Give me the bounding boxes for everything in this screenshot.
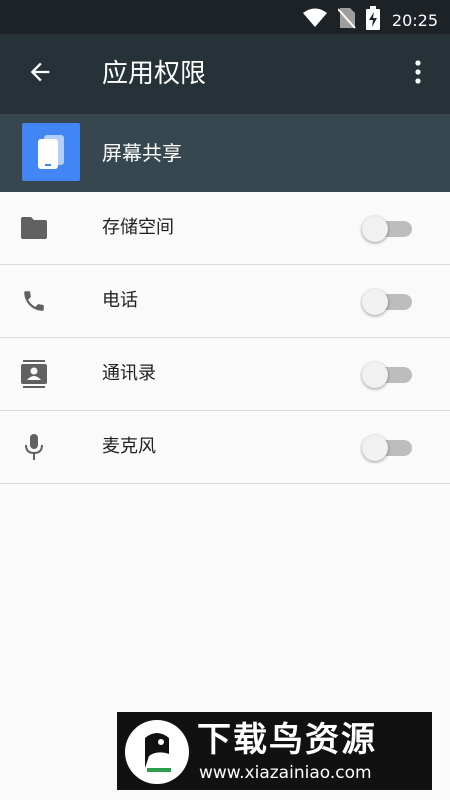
microphone-icon: [20, 433, 48, 461]
watermark-url: www.xiazainiao.com: [199, 763, 372, 783]
overflow-menu-button[interactable]: [400, 56, 436, 92]
permission-toggle[interactable]: [362, 362, 414, 388]
permission-toggle[interactable]: [362, 216, 414, 242]
bird-logo-icon: [125, 720, 189, 784]
status-time: 20:25: [391, 10, 438, 30]
permission-row-phone[interactable]: 电话: [0, 265, 450, 338]
permission-row-microphone[interactable]: 麦克风: [0, 411, 450, 484]
toggle-thumb: [362, 362, 388, 388]
permission-label: 存储空间: [102, 217, 174, 238]
screen-share-app-icon: [22, 123, 80, 181]
permission-label: 通讯录: [102, 363, 156, 384]
watermark-title: 下载鸟资源: [197, 720, 377, 760]
folder-icon: [20, 214, 48, 242]
toggle-thumb: [362, 289, 388, 315]
permission-row-contacts[interactable]: 通讯录: [0, 338, 450, 411]
permission-toggle[interactable]: [362, 435, 414, 461]
permission-toggle[interactable]: [362, 289, 414, 315]
app-name: 屏幕共享: [102, 141, 182, 165]
status-icons: 20:25: [302, 6, 438, 34]
watermark-banner: 下载鸟资源 www.xiazainiao.com: [117, 712, 432, 790]
toggle-thumb: [362, 216, 388, 242]
contacts-icon: [20, 360, 48, 388]
phone-icon: [20, 287, 48, 315]
permission-label: 麦克风: [102, 436, 156, 457]
toggle-thumb: [362, 435, 388, 461]
status-bar: 20:25: [0, 0, 450, 34]
app-header: 屏幕共享: [0, 114, 450, 192]
battery-charging-icon: [365, 6, 380, 34]
no-sim-icon: [337, 7, 356, 33]
page-title: 应用权限: [102, 59, 207, 89]
permission-list: 存储空间 电话 通讯录 麦克风: [0, 192, 450, 484]
back-button[interactable]: [22, 56, 58, 92]
arrow-back-icon: [26, 58, 54, 90]
wifi-icon: [302, 8, 328, 32]
more-vert-icon: [414, 60, 422, 88]
permission-label: 电话: [102, 290, 138, 311]
permission-row-storage[interactable]: 存储空间: [0, 192, 450, 265]
app-toolbar: 应用权限: [0, 34, 450, 114]
